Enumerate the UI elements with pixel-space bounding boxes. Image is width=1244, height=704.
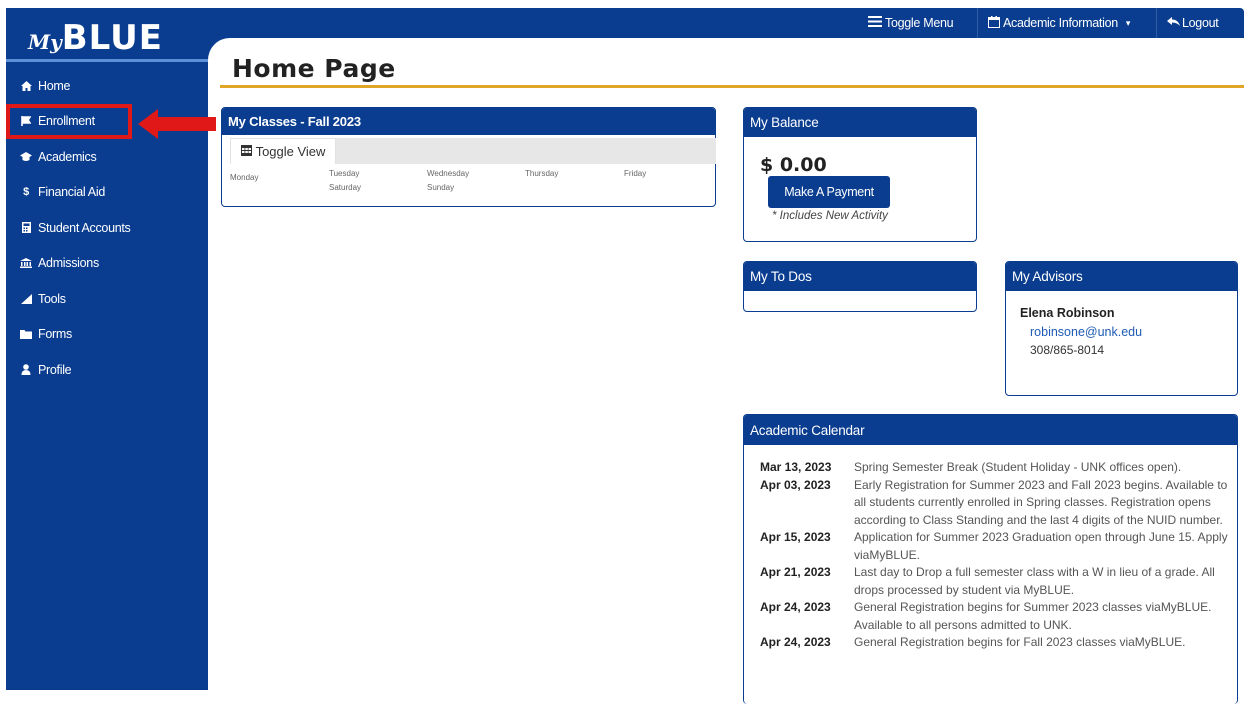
event-text: Early Registration for Summer 2023 and F…: [854, 477, 1228, 527]
sidebar-item-label: Student Accounts: [38, 220, 131, 235]
my-todos-panel: My To Dos: [743, 261, 977, 312]
toggle-strip: [336, 138, 716, 164]
academic-information-label: Academic Information: [1003, 16, 1118, 30]
day-monday: Monday: [230, 173, 259, 182]
event-date: Apr 03, 2023: [760, 477, 831, 492]
sidebar-item-label: Tools: [38, 291, 66, 306]
logo[interactable]: MyBLUE: [6, 8, 208, 62]
my-classes-panel: My Classes - Fall 2023 Toggle View Monda…: [221, 107, 716, 207]
sidebar-item-forms[interactable]: Forms: [6, 317, 208, 353]
hamburger-icon: [868, 16, 882, 30]
logout-button[interactable]: Logout: [1156, 8, 1219, 38]
sidebar-item-label: Enrollment: [38, 114, 95, 129]
home-icon: [14, 80, 38, 91]
event-date: Apr 21, 2023: [760, 565, 831, 579]
sidebar-item-profile[interactable]: Profile: [6, 352, 208, 388]
advisor-phone: 308/865-8014: [1030, 343, 1105, 357]
sidebar-item-label: Home: [38, 78, 71, 93]
my-balance-panel: My Balance $ 0.00 Make A Payment * Inclu…: [743, 107, 977, 242]
toggle-view-label: Toggle View: [255, 144, 326, 159]
dollar-icon: $: [23, 186, 29, 199]
sidebar-item-academics[interactable]: Academics: [6, 139, 208, 175]
app-window: MyBLUE Home Enrollment Academics $ Finan…: [0, 0, 1244, 704]
balance-amount: $ 0.00: [760, 154, 827, 176]
logo-main: BLUE: [61, 18, 163, 58]
calendar-icon: [988, 15, 1000, 31]
calendar-event: Apr 24, 2023 General Registration begins…: [760, 599, 1238, 634]
my-balance-title: My Balance: [744, 108, 976, 137]
advisor-email-link[interactable]: robinsone@unk.edu: [1030, 325, 1142, 339]
calendar-event: Apr 24, 2023 General Registration begins…: [760, 634, 1238, 652]
event-date: Apr 24, 2023: [760, 635, 831, 649]
my-classes-title: My Classes - Fall 2023: [222, 108, 715, 135]
sidebar-item-home[interactable]: Home: [6, 68, 208, 104]
caret-down-icon: ▾: [1125, 17, 1131, 28]
sidebar-item-enrollment[interactable]: Enrollment: [6, 103, 132, 139]
event-date: Mar 13, 2023: [760, 460, 832, 474]
logo-prefix: My: [28, 30, 62, 54]
toggle-view-button[interactable]: Toggle View: [230, 138, 336, 164]
sidebar-item-financial-aid[interactable]: $ Financial Aid: [6, 175, 208, 211]
logout-icon: [1167, 16, 1180, 30]
calendar-event: Apr 03, 2023 Early Registration for Summ…: [760, 477, 1238, 530]
graduation-cap-icon: [14, 151, 38, 162]
sidebar-item-label: Admissions: [38, 256, 99, 271]
academic-calendar-panel: Academic Calendar Mar 13, 2023 Spring Se…: [743, 414, 1238, 704]
folder-icon: [14, 329, 38, 340]
page-title: Home Page: [232, 54, 396, 83]
academic-calendar-title: Academic Calendar: [744, 415, 1237, 445]
flag-icon: [14, 116, 38, 127]
academic-information-menu[interactable]: Academic Information ▾: [977, 8, 1130, 38]
event-text: Spring Semester Break (Student Holiday -…: [854, 460, 1182, 474]
balance-note: * Includes New Activity: [772, 210, 888, 222]
calculator-icon: [14, 222, 38, 234]
day-tuesday: Tuesday: [329, 169, 360, 178]
toggle-menu-label: Toggle Menu: [885, 16, 954, 30]
calendar-event: Mar 13, 2023 Spring Semester Break (Stud…: [760, 459, 1238, 477]
day-thursday: Thursday: [525, 169, 559, 178]
sidebar-item-label: Academics: [38, 149, 97, 164]
make-payment-button[interactable]: Make A Payment: [768, 176, 890, 208]
calendar-event: Apr 15, 2023 Application for Summer 2023…: [760, 529, 1238, 564]
annotation-arrow: [138, 109, 216, 139]
toggle-menu-button[interactable]: Toggle Menu: [868, 8, 954, 38]
my-advisors-title: My Advisors: [1006, 262, 1237, 291]
advisor-name: Elena Robinson: [1020, 306, 1115, 320]
calendar-list: Mar 13, 2023 Spring Semester Break (Stud…: [760, 459, 1238, 652]
event-date: Apr 24, 2023: [760, 600, 831, 614]
day-saturday: Saturday: [329, 183, 362, 192]
event-text: Last day to Drop a full semester class w…: [854, 565, 1215, 597]
institution-icon: [14, 258, 38, 269]
calendar-grid-icon: [240, 144, 252, 159]
sidebar-item-label: Profile: [38, 362, 72, 377]
top-navbar: Toggle Menu Academic Information ▾ Logou…: [208, 8, 1244, 38]
event-text: General Registration begins for Summer 2…: [854, 600, 1212, 632]
event-text: Application for Summer 2023 Graduation o…: [854, 530, 1228, 562]
sidebar-item-admissions[interactable]: Admissions: [6, 246, 208, 282]
day-sunday: Sunday: [427, 183, 455, 192]
event-date: Apr 15, 2023: [760, 530, 831, 544]
day-wednesday: Wednesday: [427, 169, 470, 178]
title-divider: [220, 85, 1244, 88]
wrench-icon: [14, 293, 38, 304]
sidebar-item-label: Financial Aid: [38, 185, 105, 200]
logout-label: Logout: [1182, 16, 1219, 30]
calendar-event: Apr 21, 2023 Last day to Drop a full sem…: [760, 564, 1238, 599]
sidebar-item-label: Forms: [38, 327, 72, 342]
sidebar-item-student-accounts[interactable]: Student Accounts: [6, 210, 208, 246]
user-icon: [14, 364, 38, 376]
day-friday: Friday: [624, 169, 647, 178]
event-text: General Registration begins for Fall 202…: [854, 635, 1186, 649]
my-advisors-panel: My Advisors Elena Robinson robinsone@unk…: [1005, 261, 1238, 396]
my-todos-title: My To Dos: [744, 262, 976, 291]
sidebar-item-tools[interactable]: Tools: [6, 281, 208, 317]
